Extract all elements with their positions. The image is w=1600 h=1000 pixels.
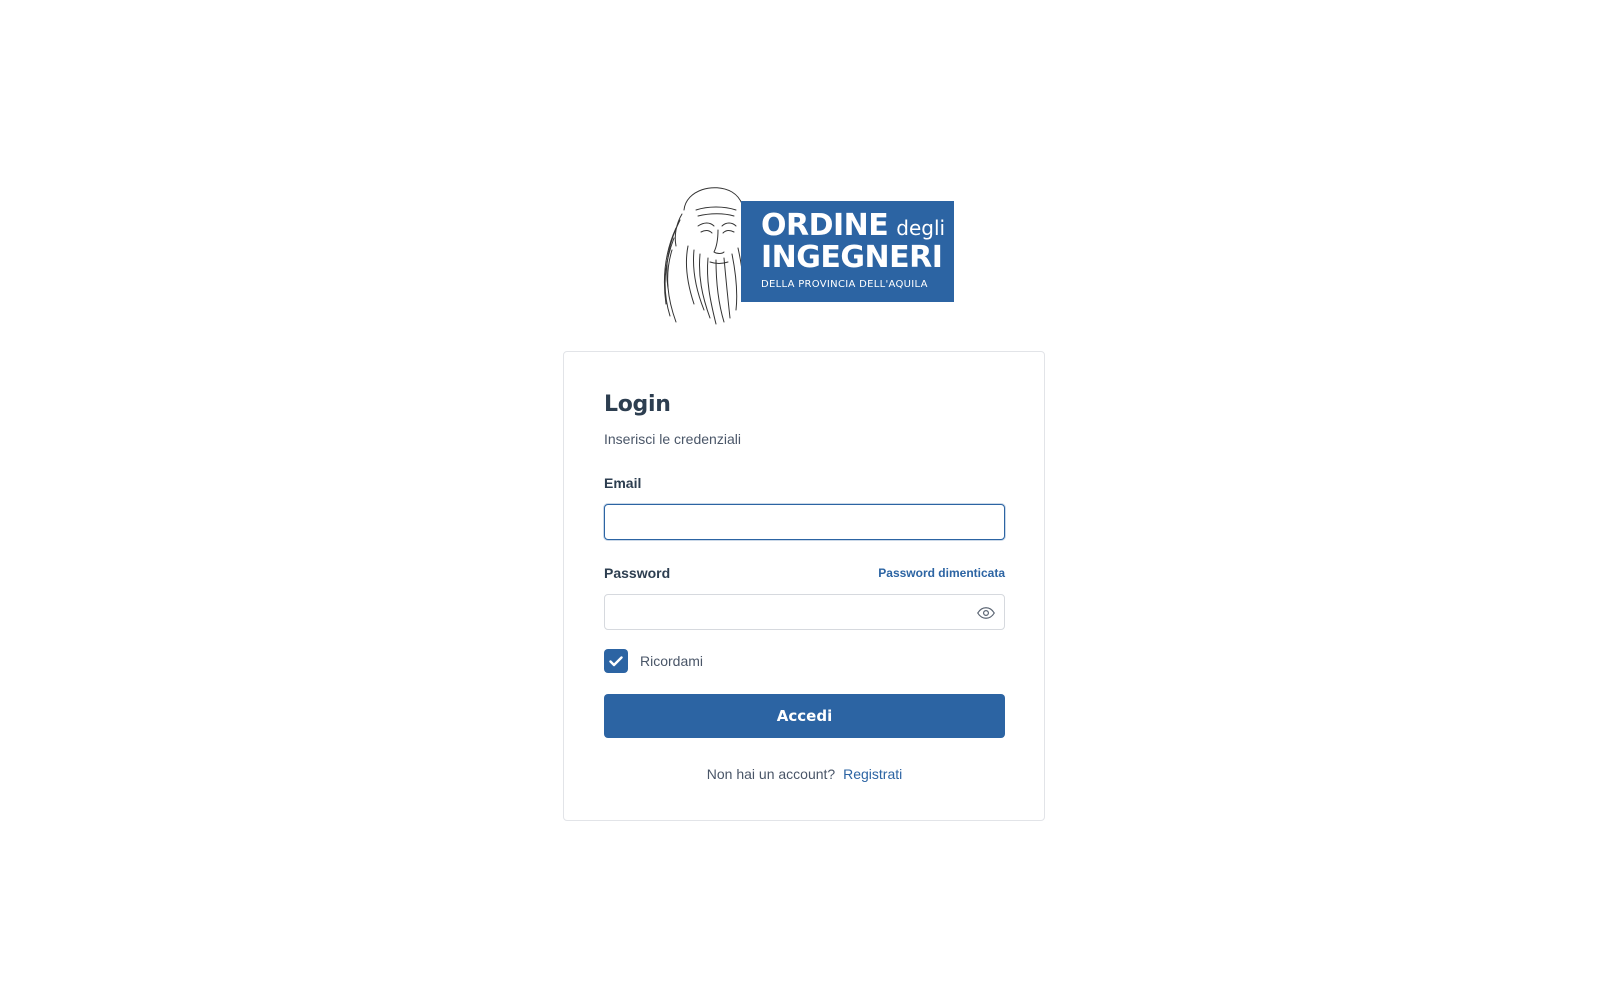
- login-submit-button[interactable]: Accedi: [604, 694, 1005, 738]
- check-icon: [609, 655, 623, 666]
- logo-ingegneri-text: INGEGNERI: [761, 240, 943, 275]
- password-field-wrapper: [604, 594, 1005, 630]
- login-form: Login Inserisci le credenziali Email Pas…: [604, 390, 1005, 782]
- eye-icon[interactable]: [977, 606, 995, 620]
- ordine-ingegneri-logo: ORDINE degli INGEGNERI DELLA PROVINCIA D…: [654, 180, 954, 328]
- register-link[interactable]: Registrati: [843, 766, 902, 782]
- login-card: Login Inserisci le credenziali Email Pas…: [563, 351, 1045, 821]
- email-label-row: Email: [604, 474, 1005, 492]
- login-title: Login: [604, 392, 671, 417]
- forgot-password-link[interactable]: Password dimenticata: [878, 566, 1005, 580]
- logo-degli-text: degli: [896, 216, 946, 240]
- register-row: Non hai un account? Registrati: [604, 766, 1005, 782]
- logo-ordine-text: ORDINE: [761, 208, 889, 243]
- logo-line-1: ORDINE degli: [761, 211, 954, 241]
- logo-banner: ORDINE degli INGEGNERI DELLA PROVINCIA D…: [741, 201, 954, 302]
- remember-me-checkbox[interactable]: [604, 649, 628, 673]
- login-page: ORDINE degli INGEGNERI DELLA PROVINCIA D…: [0, 0, 1600, 1000]
- password-label-row: Password Password dimenticata: [604, 564, 1005, 582]
- password-input[interactable]: [604, 594, 1005, 630]
- login-subtitle: Inserisci le credenziali: [604, 431, 741, 447]
- remember-me-row: Ricordami: [604, 649, 1005, 673]
- password-label: Password: [604, 565, 671, 581]
- email-input[interactable]: [604, 504, 1005, 540]
- email-label: Email: [604, 475, 642, 491]
- leonardo-portrait-icon: [663, 187, 751, 325]
- logo-provincia-text: DELLA PROVINCIA DELL'AQUILA: [761, 279, 928, 290]
- remember-me-label: Ricordami: [640, 653, 704, 669]
- no-account-text: Non hai un account?: [706, 766, 836, 782]
